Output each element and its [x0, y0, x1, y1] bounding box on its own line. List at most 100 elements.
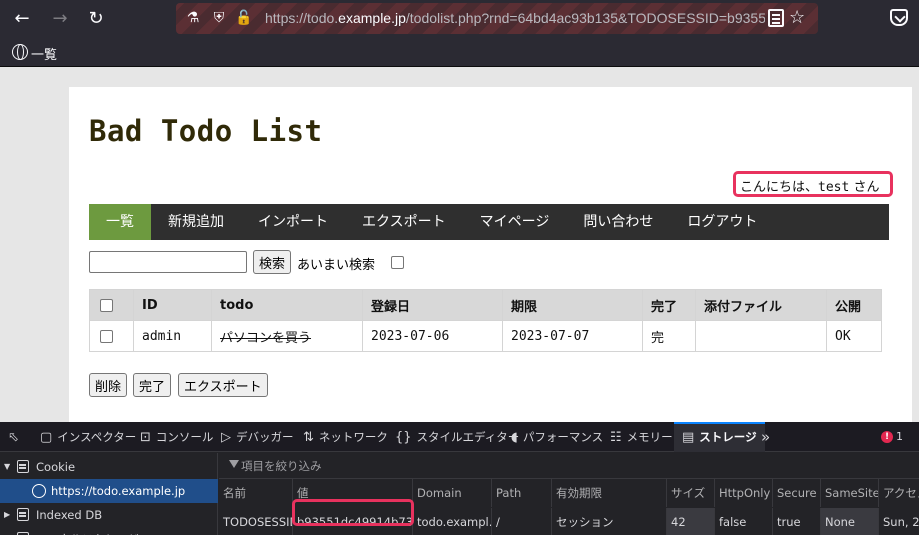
menu-new[interactable]: 新規追加 [151, 204, 241, 240]
shield-icon[interactable]: ⛨ [210, 9, 228, 27]
cookie-size[interactable]: 42 [667, 508, 715, 535]
devtools-panel: ⬁ ▢ インスペクター ⊡ コンソール ▷ デバッガー ⇅ ネットワーク {} スタイルエ… [0, 422, 919, 535]
row-due: 2023-07-07 [502, 320, 643, 352]
collapsed-arrow-icon[interactable]: ▶ [4, 503, 10, 527]
storage-icon: ▤ [682, 430, 695, 445]
url-text[interactable]: https://todo.example.jp/todolist.php?rnd… [265, 10, 765, 26]
cookie-last-accessed[interactable]: Sun, 23 [879, 508, 919, 535]
globe-icon [32, 484, 46, 498]
remote-control-icon[interactable]: ⚗ [184, 9, 202, 27]
filter-input[interactable]: 項目を絞り込み [241, 458, 322, 474]
fuzzy-search-checkbox[interactable] [391, 256, 404, 269]
todo-table: ID todo 登録日 期限 完了 添付ファイル 公開 admin パソコンを買… [89, 289, 882, 352]
row-done: 完 [642, 320, 696, 352]
debugger-icon: ▷ [221, 430, 231, 445]
search-button[interactable]: 検索 [253, 250, 291, 274]
cookie-path[interactable]: / [492, 508, 552, 535]
header-due: 期限 [502, 289, 643, 321]
reload-icon[interactable]: ↻ [84, 7, 108, 31]
cookie-value-highlight [292, 499, 414, 526]
row-id-link[interactable]: admin [133, 320, 212, 352]
cookie-header-secure[interactable]: Secure [773, 479, 821, 507]
done-button[interactable]: 完了 [133, 373, 172, 397]
filter-icon [229, 460, 239, 468]
tab-debugger[interactable]: ▷ デバッガー [221, 422, 294, 452]
memory-icon: ☷ [610, 430, 622, 445]
fuzzy-search-label: あいまい検索 [297, 258, 376, 273]
bookmark-ichiran[interactable]: 一覧 [31, 44, 57, 63]
tab-network[interactable]: ⇅ ネットワーク [303, 422, 388, 452]
menu-export[interactable]: エクスポート [345, 204, 463, 240]
header-select-all [89, 289, 134, 321]
table-row: admin パソコンを買う 2023-07-06 2023-07-07 完 OK [89, 320, 882, 352]
cookie-header-expires[interactable]: 有効期限 [552, 479, 667, 507]
bookmarks-bar: 一覧 [0, 38, 919, 67]
table-header-row: ID todo 登録日 期限 完了 添付ファイル 公開 [89, 289, 882, 321]
error-count[interactable]: 1 [896, 430, 903, 443]
style-editor-icon: {} [395, 430, 412, 445]
delete-button[interactable]: 削除 [89, 373, 128, 397]
cookie-header-domain[interactable]: Domain [413, 479, 492, 507]
page-scrollbar[interactable] [912, 67, 919, 422]
pocket-icon[interactable] [890, 9, 908, 26]
tree-origin[interactable]: https://todo.example.jp [0, 479, 218, 503]
row-todo-link[interactable]: パソコンを買う [211, 320, 363, 352]
tab-inspector[interactable]: ▢ インスペクター [40, 422, 136, 452]
cookie-expires[interactable]: セッション [552, 508, 667, 535]
main-menu: 一覧 新規追加 インポート エクスポート マイページ 問い合わせ ログアウト [89, 204, 889, 240]
cookie-header-samesite[interactable]: SameSite [821, 479, 879, 507]
database-icon [17, 460, 29, 473]
cookie-httponly[interactable]: false [715, 508, 773, 535]
lock-warning-icon[interactable]: 🔓 [235, 9, 253, 27]
devtools-tab-bar: ⬁ ▢ インスペクター ⊡ コンソール ▷ デバッガー ⇅ ネットワーク {} スタイルエ… [0, 422, 919, 452]
cookie-header-name[interactable]: 名前 [219, 479, 293, 507]
address-bar[interactable]: ⚗ ⛨ 🔓 https://todo.example.jp/todolist.p… [176, 3, 818, 34]
header-registered: 登録日 [362, 289, 503, 321]
cookie-header-last-accessed[interactable]: アクセス [879, 479, 919, 507]
cookie-secure[interactable]: true [773, 508, 821, 535]
export-button[interactable]: エクスポート [178, 373, 268, 397]
tab-performance[interactable]: ◖ パフォーマンス [511, 422, 603, 452]
search-input[interactable] [89, 251, 247, 273]
error-icon[interactable]: ! [881, 431, 893, 443]
reader-view-icon[interactable] [768, 9, 784, 27]
collapsed-arrow-icon[interactable]: ▶ [4, 527, 10, 535]
tab-style-editor[interactable]: {} スタイルエディター [395, 422, 519, 452]
menu-import[interactable]: インポート [241, 204, 345, 240]
cookie-header-path[interactable]: Path [492, 479, 552, 507]
tab-console[interactable]: ⊡ コンソール [140, 422, 213, 452]
menu-logout[interactable]: ログアウト [670, 204, 774, 240]
back-arrow-icon[interactable]: ← [10, 7, 34, 31]
tree-local-storage[interactable]: ▶ ローカルストレージ [0, 527, 218, 535]
header-id: ID [133, 289, 212, 321]
tree-cookie[interactable]: ▼ Cookie [0, 455, 218, 479]
tab-memory[interactable]: ☷ メモリー [610, 422, 673, 452]
bookmark-star-icon[interactable]: ☆ [789, 7, 805, 28]
row-select-cell [89, 320, 134, 352]
page-title: Bad Todo List [89, 114, 323, 148]
menu-ichiran[interactable]: 一覧 [89, 204, 151, 240]
row-checkbox[interactable] [100, 329, 113, 343]
cookie-name[interactable]: TODOSESSID [219, 508, 293, 535]
more-tabs-chevron-icon[interactable]: » [761, 422, 770, 452]
forward-arrow-icon[interactable]: → [48, 7, 72, 31]
menu-contact[interactable]: 問い合わせ [566, 204, 670, 240]
tab-storage[interactable]: ▤ ストレージ [674, 422, 765, 452]
performance-gauge-icon: ◖ [511, 430, 518, 445]
cookie-header-size[interactable]: サイズ [667, 479, 715, 507]
tree-indexeddb[interactable]: ▶ Indexed DB [0, 503, 218, 527]
cookie-samesite[interactable]: None [821, 508, 879, 535]
menu-mypage[interactable]: マイページ [463, 204, 567, 240]
element-picker-icon[interactable]: ⬁ [8, 422, 24, 452]
row-attachment [695, 320, 827, 352]
console-icon: ⊡ [140, 430, 151, 445]
cookie-domain[interactable]: todo.exampl... [413, 508, 492, 535]
database-icon [17, 508, 29, 521]
header-public: 公開 [826, 289, 882, 321]
cookie-header-httponly[interactable]: HttpOnly [715, 479, 773, 507]
expanded-arrow-icon[interactable]: ▼ [4, 455, 10, 479]
greeting-text: こんにちは、test さん [740, 180, 880, 195]
filter-bar[interactable]: 項目を絞り込み [219, 453, 919, 479]
header-done: 完了 [642, 289, 696, 321]
select-all-checkbox[interactable] [100, 298, 113, 312]
